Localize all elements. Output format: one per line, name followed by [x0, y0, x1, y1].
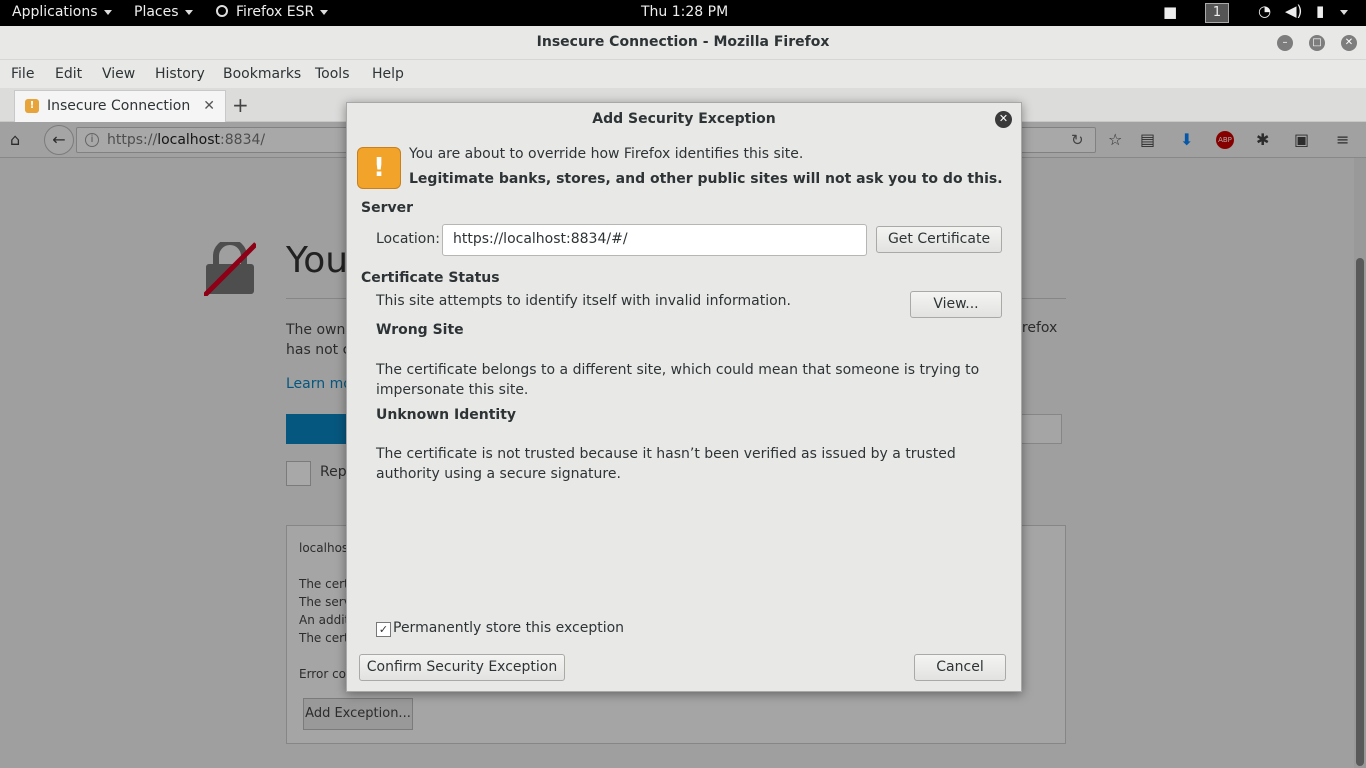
dialog-close-icon[interactable]: ✕	[995, 111, 1012, 128]
close-tab-icon[interactable]: ✕	[203, 98, 215, 114]
warning-icon: !	[357, 147, 401, 189]
unknown-identity-text: The certificate is not trusted because i…	[376, 446, 956, 482]
applications-label: Applications	[12, 4, 98, 20]
gnome-top-bar: Applications Places Firefox ESR Thu 1:28…	[0, 0, 1366, 26]
permanently-store-checkbox[interactable]: ✓	[376, 622, 391, 637]
window-title: Insecure Connection - Mozilla Firefox	[536, 34, 830, 50]
app-menu-label: Firefox ESR	[236, 4, 315, 20]
menu-bookmarks[interactable]: Bookmarks	[223, 66, 301, 82]
view-certificate-button[interactable]: View...	[910, 291, 1002, 318]
certificate-status-header: Certificate Status	[361, 270, 500, 286]
places-label: Places	[134, 4, 179, 20]
cancel-button[interactable]: Cancel	[914, 654, 1006, 681]
chevron-down-icon	[184, 9, 193, 15]
new-tab-button[interactable]: +	[232, 93, 249, 117]
wrong-site-header: Wrong Site	[376, 322, 464, 338]
menu-help[interactable]: Help	[372, 66, 404, 82]
tab-insecure-connection[interactable]: ! Insecure Connection ✕	[14, 90, 226, 122]
permanently-store-label[interactable]: Permanently store this exception	[393, 620, 624, 636]
volume-icon[interactable]: ◀)	[1285, 2, 1302, 20]
system-menu[interactable]	[1334, 4, 1348, 20]
app-menu[interactable]: Firefox ESR	[216, 4, 329, 20]
server-section-header: Server	[361, 200, 414, 216]
menu-view[interactable]: View	[102, 66, 135, 82]
location-input[interactable]: https://localhost:8834/#/	[442, 224, 867, 256]
warning-text: Legitimate banks, stores, and other publ…	[409, 171, 1003, 187]
menu-history[interactable]: History	[155, 66, 205, 82]
unknown-identity-header: Unknown Identity	[376, 407, 517, 423]
applications-menu[interactable]: Applications	[12, 4, 112, 20]
clock[interactable]: Thu 1:28 PM	[641, 4, 728, 20]
wifi-icon[interactable]: ◔	[1258, 2, 1271, 20]
chevron-down-icon	[320, 9, 329, 15]
video-camera-icon[interactable]: ■	[1163, 3, 1177, 21]
wrong-site-text: The certificate belongs to a different s…	[376, 362, 980, 398]
dialog-title: Add Security Exception	[592, 111, 776, 127]
battery-icon[interactable]: ▮	[1316, 2, 1324, 20]
confirm-security-exception-button[interactable]: Confirm Security Exception	[359, 654, 565, 681]
firefox-icon	[216, 5, 228, 17]
workspace-indicator[interactable]: 1	[1205, 3, 1229, 23]
get-certificate-button[interactable]: Get Certificate	[876, 226, 1002, 253]
menu-tools[interactable]: Tools	[315, 66, 350, 82]
warning-favicon-icon: !	[25, 99, 39, 113]
add-security-exception-dialog: Add Security Exception ✕ ! You are about…	[346, 102, 1022, 692]
menu-bar: File Edit View History Bookmarks Tools H…	[0, 60, 1366, 88]
window-title-bar: Insecure Connection - Mozilla Firefox – …	[0, 26, 1366, 60]
maximize-button[interactable]: □	[1309, 35, 1325, 51]
places-menu[interactable]: Places	[134, 4, 193, 20]
location-label: Location:	[376, 231, 440, 247]
certificate-status-text: This site attempts to identify itself wi…	[376, 293, 791, 309]
menu-file[interactable]: File	[11, 66, 34, 82]
chevron-down-icon	[1340, 9, 1348, 15]
chevron-down-icon	[103, 9, 112, 15]
close-window-button[interactable]: ✕	[1341, 35, 1357, 51]
menu-edit[interactable]: Edit	[55, 66, 82, 82]
intro-text: You are about to override how Firefox id…	[409, 146, 804, 162]
minimize-button[interactable]: –	[1277, 35, 1293, 51]
tab-label: Insecure Connection	[47, 98, 191, 114]
